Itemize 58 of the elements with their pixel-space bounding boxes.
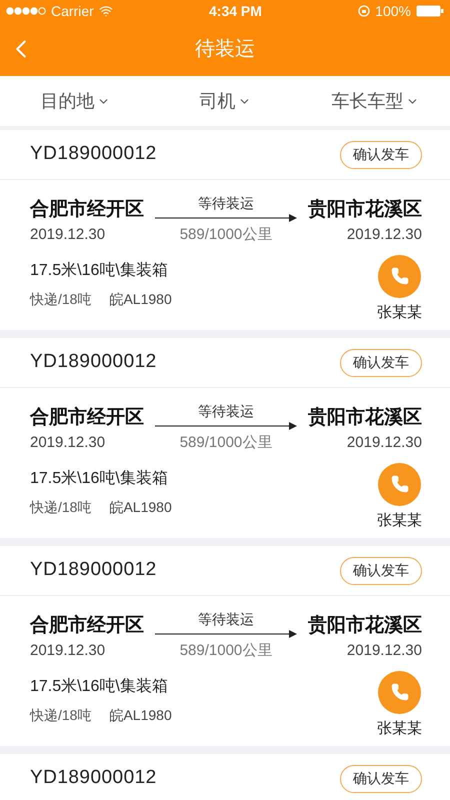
distance-text: 589/1000公里 xyxy=(180,225,272,245)
distance-text: 589/1000公里 xyxy=(180,433,272,453)
status-time: 4:34 PM xyxy=(209,2,262,20)
cargo-info: 快递/18吨 xyxy=(30,290,92,308)
origin-city: 合肥市经开区 xyxy=(30,614,144,638)
vehicle-spec: 17.5米\16吨\集装箱 xyxy=(30,676,169,696)
destination-date: 2019.12.30 xyxy=(346,433,422,453)
order-number: YD189000012 xyxy=(30,766,157,790)
phone-call-button[interactable] xyxy=(378,254,421,298)
filter-dropdown[interactable]: 目的地 xyxy=(0,88,150,114)
distance-text: 589/1000公里 xyxy=(180,641,272,661)
battery-icon xyxy=(416,5,444,17)
driver-name: 张某某 xyxy=(377,302,422,322)
arrow-icon xyxy=(155,422,297,430)
vehicle-spec: 17.5米\16吨\集装箱 xyxy=(30,468,169,488)
destination-city: 贵阳市花溪区 xyxy=(308,406,422,430)
filter-dropdown[interactable]: 司机 xyxy=(150,88,300,114)
driver-name: 张某某 xyxy=(377,510,422,530)
phone-icon xyxy=(390,475,408,493)
phone-call-button[interactable] xyxy=(378,462,421,506)
origin-date: 2019.12.30 xyxy=(30,433,106,453)
order-number: YD189000012 xyxy=(30,558,157,582)
shipping-status: 等待装运 xyxy=(198,194,254,213)
battery-percent: 100% xyxy=(375,2,411,20)
phone-call-button[interactable] xyxy=(378,670,421,714)
vehicle-spec: 17.5米\16吨\集装箱 xyxy=(30,260,169,280)
confirm-departure-button[interactable]: 确认发车 xyxy=(340,556,422,584)
origin-city: 合肥市经开区 xyxy=(30,406,144,430)
filter-dropdown[interactable]: 车长车型 xyxy=(300,88,450,114)
driver-name: 张某某 xyxy=(377,718,422,738)
carrier-name: Carrier xyxy=(51,2,94,20)
wifi-icon xyxy=(98,4,113,18)
order-number: YD189000012 xyxy=(30,350,157,374)
origin-date: 2019.12.30 xyxy=(30,641,106,661)
origin-date: 2019.12.30 xyxy=(30,225,106,245)
license-plate: 皖AL1980 xyxy=(109,498,172,516)
destination-city: 贵阳市花溪区 xyxy=(308,198,422,222)
destination-date: 2019.12.30 xyxy=(346,225,422,245)
confirm-departure-button[interactable]: 确认发车 xyxy=(340,348,422,376)
origin-city: 合肥市经开区 xyxy=(30,198,144,222)
order-number: YD189000012 xyxy=(30,142,157,166)
destination-city: 贵阳市花溪区 xyxy=(308,614,422,638)
arrow-icon xyxy=(155,630,297,638)
page-title: 待装运 xyxy=(195,37,255,62)
phone-icon xyxy=(390,683,408,701)
signal-icon xyxy=(6,7,46,15)
arrow-icon xyxy=(155,214,297,222)
confirm-departure-button[interactable]: 确认发车 xyxy=(340,140,422,168)
phone-icon xyxy=(390,267,408,285)
shipping-status: 等待装运 xyxy=(198,610,254,629)
cargo-info: 快递/18吨 xyxy=(30,498,92,516)
destination-date: 2019.12.30 xyxy=(346,641,422,661)
confirm-departure-button[interactable]: 确认发车 xyxy=(340,764,422,792)
license-plate: 皖AL1980 xyxy=(109,706,172,724)
license-plate: 皖AL1980 xyxy=(109,290,172,308)
cargo-info: 快递/18吨 xyxy=(30,706,92,724)
rotation-lock-icon xyxy=(358,5,370,17)
shipping-status: 等待装运 xyxy=(198,402,254,421)
